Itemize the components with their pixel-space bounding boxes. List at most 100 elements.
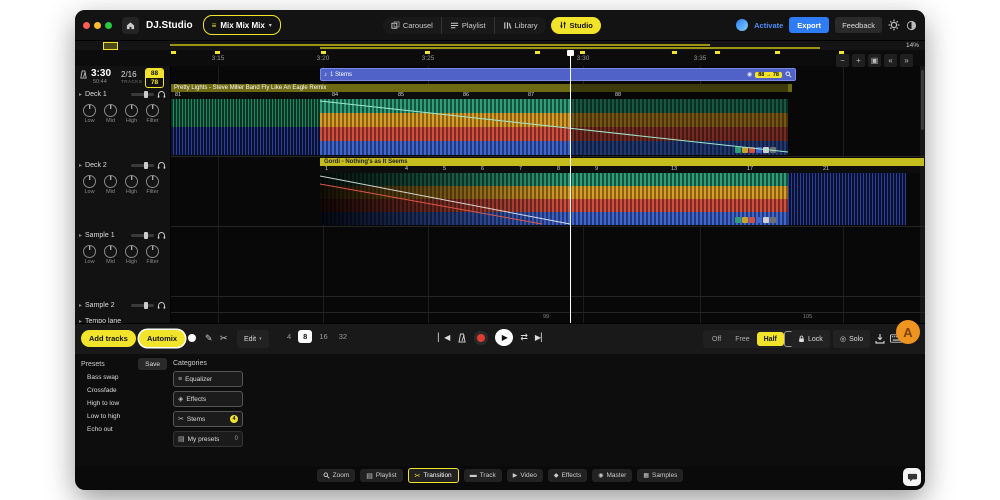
skip-right-button[interactable]: »: [900, 54, 913, 67]
bass-toggle-icon[interactable]: [742, 217, 748, 223]
category-stems[interactable]: ✂ Stems 4: [173, 411, 243, 427]
headphones-icon[interactable]: [157, 161, 166, 170]
nav-playlist[interactable]: Playlist: [441, 17, 494, 34]
stems-region-header[interactable]: ♪ 1 Stems ◉ 88 → 78: [320, 68, 796, 81]
edit-clip-icon[interactable]: [763, 147, 769, 153]
vocals-toggle-icon[interactable]: [756, 147, 762, 153]
high-knob[interactable]: [125, 175, 138, 188]
pencil-icon[interactable]: ✎: [205, 333, 213, 344]
cue-marker[interactable]: [535, 51, 540, 54]
automix-toggle-knob[interactable]: [188, 334, 196, 342]
cue-marker[interactable]: [715, 51, 720, 54]
deck1-waveform-low[interactable]: [170, 127, 320, 155]
feedback-button[interactable]: Feedback: [835, 17, 882, 33]
headphones-icon[interactable]: [157, 231, 166, 240]
filter-knob[interactable]: [146, 175, 159, 188]
chevron-right-icon[interactable]: ▸: [79, 162, 82, 169]
mode-half-button[interactable]: Half: [757, 332, 784, 346]
export-button[interactable]: Export: [789, 17, 829, 33]
preset-item[interactable]: Low to high: [81, 410, 167, 423]
preset-item[interactable]: Echo out: [81, 423, 167, 436]
metronome-toggle-icon[interactable]: [457, 333, 467, 343]
lock-button[interactable]: Lock: [791, 330, 830, 348]
cue-marker[interactable]: [775, 51, 780, 54]
skip-to-end-icon[interactable]: ▶▏: [535, 333, 547, 342]
gear-icon[interactable]: [888, 19, 900, 31]
playhead[interactable]: [570, 50, 571, 323]
cue-marker[interactable]: [425, 51, 430, 54]
bass-toggle-icon[interactable]: [742, 147, 748, 153]
cue-marker[interactable]: [580, 51, 585, 54]
melody-toggle-icon[interactable]: [749, 217, 755, 223]
cue-marker[interactable]: [321, 51, 326, 54]
mid-knob[interactable]: [104, 175, 117, 188]
overview-viewport[interactable]: [103, 42, 118, 50]
filter-knob[interactable]: [146, 104, 159, 117]
chevron-right-icon[interactable]: ▸: [79, 232, 82, 239]
lane-header-sample2[interactable]: ▸ Sample 2: [75, 299, 170, 312]
toolbar-zoom[interactable]: Zoom: [317, 469, 356, 482]
zoom-out-button[interactable]: −: [836, 54, 849, 67]
zoom-in-button[interactable]: +: [852, 54, 865, 67]
low-knob[interactable]: [83, 245, 96, 258]
drums-toggle-icon[interactable]: [735, 147, 741, 153]
edit-clip-icon[interactable]: [763, 217, 769, 223]
cue-marker[interactable]: [672, 51, 677, 54]
lane-header-sample1[interactable]: ▸ Sample 1: [75, 229, 170, 242]
sample1-volume-slider[interactable]: [131, 234, 154, 237]
headphones-icon[interactable]: [157, 90, 166, 99]
preset-item[interactable]: Bass swap: [81, 371, 167, 384]
maximize-window-icon[interactable]: [105, 22, 112, 29]
skip-left-button[interactable]: «: [884, 54, 897, 67]
mid-knob[interactable]: [104, 104, 117, 117]
lane-header-deck1[interactable]: ▸ Deck 1: [75, 88, 170, 101]
lock-clip-icon[interactable]: [770, 147, 776, 153]
lane-header-deck2[interactable]: ▸ Deck 2: [75, 159, 170, 172]
low-knob[interactable]: [83, 104, 96, 117]
home-button[interactable]: [122, 17, 139, 34]
edit-dropdown[interactable]: Edit▾: [237, 330, 269, 348]
deck2-clip-title[interactable]: Gordi - Nothing's as It Seems: [320, 158, 924, 166]
playhead-handle[interactable]: [567, 50, 574, 56]
category-my-presets[interactable]: ▤ My presets 0: [173, 431, 243, 447]
cue-marker[interactable]: [215, 51, 220, 54]
add-tracks-button[interactable]: Add tracks: [81, 330, 136, 347]
beat-4-button[interactable]: 4: [283, 330, 295, 343]
chevron-right-icon[interactable]: ▸: [79, 91, 82, 98]
loop-icon[interactable]: ⇄: [520, 332, 528, 343]
preset-item[interactable]: High to low: [81, 397, 167, 410]
deck1-waveform-high[interactable]: [170, 99, 320, 127]
zoom-fit-button[interactable]: ▣: [868, 54, 881, 67]
high-knob[interactable]: [125, 104, 138, 117]
nav-studio[interactable]: Studio: [551, 17, 601, 34]
window-controls[interactable]: [83, 22, 116, 29]
automix-button[interactable]: Automix: [139, 330, 185, 347]
project-selector[interactable]: ≡ Mix Mix Mix ▾: [203, 15, 281, 35]
low-knob[interactable]: [83, 175, 96, 188]
preset-item[interactable]: Crossfade: [81, 384, 167, 397]
headphones-icon[interactable]: [157, 301, 166, 310]
skip-to-start-icon[interactable]: ▏◀: [438, 333, 450, 342]
close-window-icon[interactable]: [83, 22, 90, 29]
deck1-stem-toggles[interactable]: [735, 147, 776, 153]
save-preset-button[interactable]: Save: [138, 358, 167, 370]
mode-free-button[interactable]: Free: [728, 332, 756, 346]
time-ruler[interactable]: 3:15 3:20 3:25 3:30 3:35 3:40: [75, 50, 925, 67]
chevron-right-icon[interactable]: ▸: [79, 302, 82, 309]
high-knob[interactable]: [125, 245, 138, 258]
toolbar-samples[interactable]: ▦ Samples: [637, 469, 683, 482]
filter-knob[interactable]: [146, 245, 159, 258]
category-effects[interactable]: ◈ Effects: [173, 391, 243, 407]
minimize-window-icon[interactable]: [94, 22, 101, 29]
vertical-scrollbar[interactable]: [920, 66, 925, 323]
solo-button[interactable]: ◎ Solo: [833, 330, 870, 348]
mid-knob[interactable]: [104, 245, 117, 258]
deck2-stem-toggles[interactable]: [735, 217, 776, 223]
magnifier-icon[interactable]: [785, 71, 792, 78]
nav-library[interactable]: Library: [494, 17, 546, 34]
toolbar-master[interactable]: ◉ Master: [592, 469, 632, 482]
sample2-volume-slider[interactable]: [131, 304, 154, 307]
toolbar-track[interactable]: ▬ Track: [464, 469, 502, 482]
deck1-volume-slider[interactable]: [131, 93, 154, 96]
toolbar-effects[interactable]: ◆ Effects: [548, 469, 587, 482]
